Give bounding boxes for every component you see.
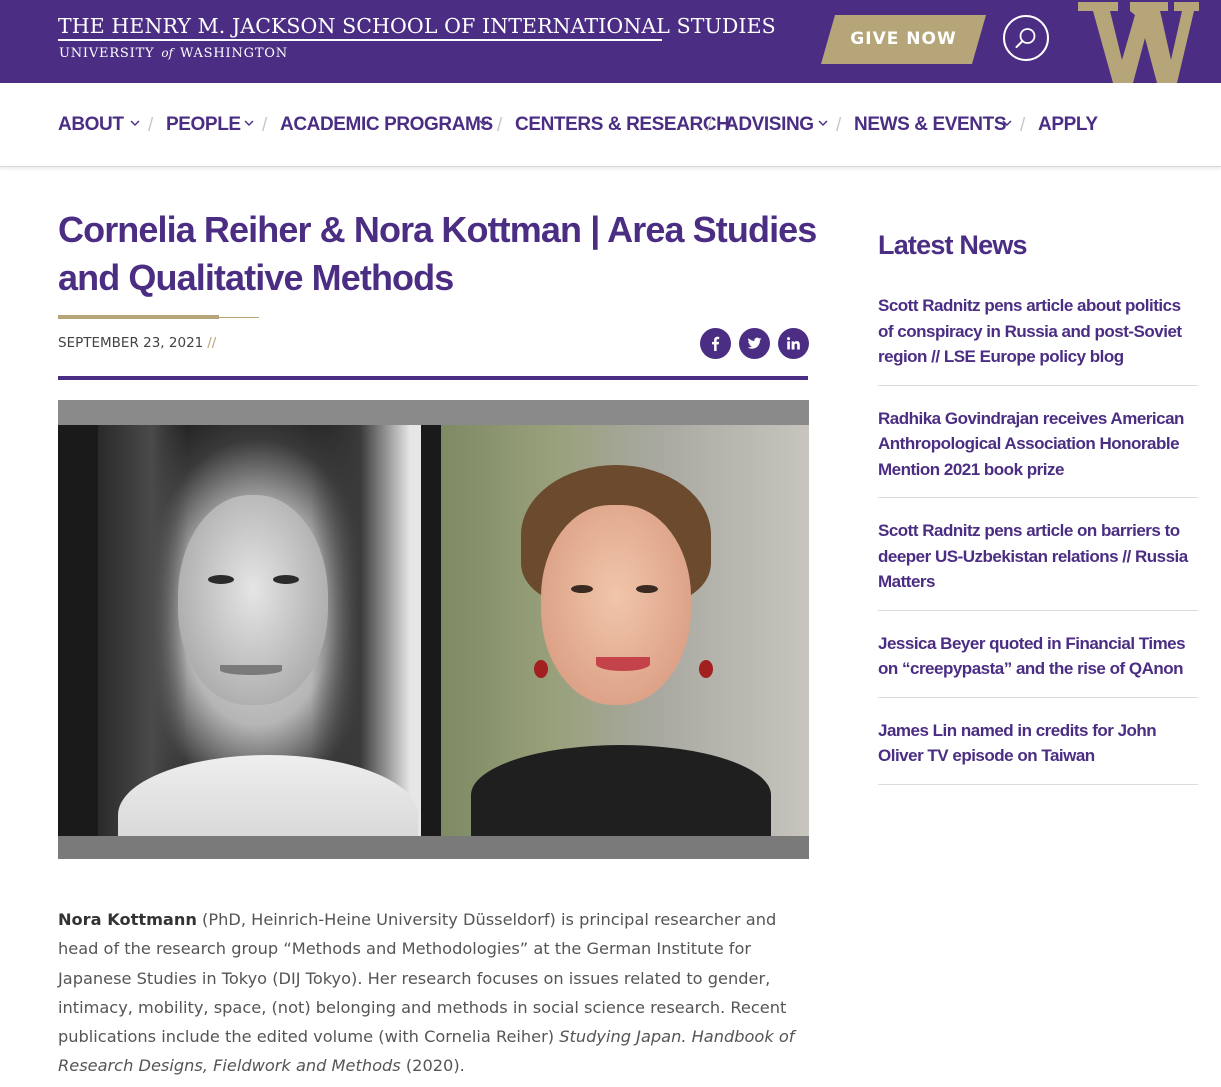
title-underline-thin [219, 317, 259, 318]
article-photo [58, 400, 809, 859]
date-separator: // [207, 335, 217, 351]
chevron-down-icon[interactable] [129, 118, 141, 128]
title-underline [58, 315, 219, 319]
portrait-clothing [471, 745, 771, 845]
portrait-face [541, 505, 691, 705]
university-post: WASHINGTON [179, 46, 288, 61]
list-item: Radhika Govindrajan receives American An… [878, 406, 1198, 498]
twitter-icon [747, 337, 762, 349]
share-linkedin-button[interactable] [778, 328, 809, 359]
photo-border-bottom [58, 836, 809, 859]
give-now-button[interactable]: GIVE NOW [821, 15, 986, 64]
chevron-down-icon[interactable] [1001, 118, 1013, 128]
nav-item-people[interactable]: PEOPLE [166, 111, 241, 139]
meta-divider [58, 376, 808, 380]
nav-item-about[interactable]: ABOUT [58, 111, 124, 139]
post-date-text: SEPTEMBER 23, 2021 [58, 335, 204, 351]
list-item: Jessica Beyer quoted in Financial Times … [878, 631, 1198, 698]
portrait-earring [699, 660, 713, 678]
portrait-mouth [596, 657, 650, 671]
nav-item-centers-research[interactable]: CENTERS & RESEARCH [515, 111, 730, 139]
site-title-rule [58, 39, 662, 41]
portrait-eye [636, 585, 658, 593]
latest-news-heading: Latest News [878, 230, 1028, 260]
photo-border-top [58, 400, 809, 425]
university-of: of [161, 46, 174, 60]
chevron-down-icon[interactable] [243, 118, 255, 128]
share-facebook-button[interactable] [700, 328, 731, 359]
nav-separator: / [836, 115, 842, 136]
nav-item-academic-programs[interactable]: ACADEMIC PROGRAMS [280, 111, 493, 139]
university-pre: UNIVERSITY [59, 46, 155, 61]
main-nav: ABOUT / PEOPLE / ACADEMIC PROGRAMS / CEN… [0, 83, 1221, 167]
nav-separator: / [148, 115, 154, 136]
nav-item-news-events[interactable]: NEWS & EVENTS [854, 111, 1007, 139]
nav-separator: / [497, 115, 503, 136]
news-link[interactable]: Scott Radnitz pens article on barriers t… [878, 518, 1198, 595]
body-text-part: (2020). [400, 1056, 465, 1076]
news-list: Scott Radnitz pens article about politic… [878, 293, 1198, 805]
portrait-earring [534, 660, 548, 678]
news-link[interactable]: Scott Radnitz pens article about politic… [878, 293, 1198, 370]
nav-separator: / [262, 115, 268, 136]
nav-item-apply[interactable]: APPLY [1038, 111, 1098, 139]
list-item: Scott Radnitz pens article on barriers t… [878, 518, 1198, 611]
facebook-icon [712, 336, 720, 351]
search-icon [1015, 28, 1036, 48]
news-link[interactable]: James Lin named in credits for John Oliv… [878, 718, 1198, 769]
post-date: SEPTEMBER 23, 2021// [58, 334, 216, 352]
news-link[interactable]: Radhika Govindrajan receives American An… [878, 406, 1198, 483]
site-header: THE HENRY M. JACKSON SCHOOL OF INTERNATI… [0, 0, 1221, 83]
nav-separator: / [707, 115, 713, 136]
body-text-part: (PhD, Heinrich-Heine University Düsseldo… [58, 910, 787, 1047]
search-button[interactable] [1003, 15, 1049, 61]
site-title[interactable]: THE HENRY M. JACKSON SCHOOL OF INTERNATI… [58, 14, 776, 38]
nav-separator: / [1020, 115, 1026, 136]
portrait-right [441, 425, 809, 845]
list-item: Scott Radnitz pens article about politic… [878, 293, 1198, 386]
chevron-down-icon[interactable] [478, 118, 490, 128]
uw-w-logo[interactable] [1078, 2, 1199, 83]
list-item: James Lin named in credits for John Oliv… [878, 718, 1198, 785]
chevron-down-icon[interactable] [817, 118, 829, 128]
person-name: Nora Kottmann [58, 910, 197, 929]
article-body: Nora Kottmann (PhD, Heinrich-Heine Unive… [58, 905, 810, 1081]
portrait-mouth [220, 665, 282, 675]
page-title: Cornelia Reiher & Nora Kottman | Area St… [58, 209, 817, 298]
nav-item-advising[interactable]: ADVISING [725, 111, 814, 139]
linkedin-icon [787, 337, 800, 350]
portrait-eye [208, 575, 234, 584]
portrait-eye [571, 585, 593, 593]
portrait-eye [273, 575, 299, 584]
share-twitter-button[interactable] [739, 328, 770, 359]
news-link[interactable]: Jessica Beyer quoted in Financial Times … [878, 631, 1198, 682]
portrait-left [58, 425, 441, 859]
university-name[interactable]: UNIVERSITY of WASHINGTON [59, 44, 288, 63]
